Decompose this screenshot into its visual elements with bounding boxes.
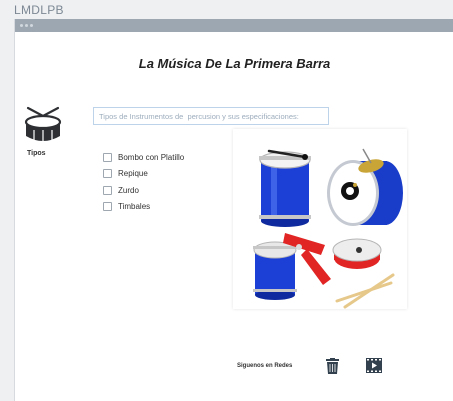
- checkbox-box[interactable]: [103, 152, 112, 162]
- checkbox-label: Zurdo: [118, 185, 139, 195]
- social-label: Siguenos en Redes: [237, 363, 293, 369]
- tipos-label: Tipos: [27, 150, 46, 157]
- checkbox-label: Repique: [118, 169, 148, 179]
- video-icon[interactable]: [366, 358, 382, 373]
- window-controls[interactable]: [20, 24, 33, 27]
- checkbox-label: Bombo con Platillo: [118, 152, 185, 162]
- checkbox-box[interactable]: [103, 169, 112, 179]
- window-titlebar: [15, 19, 453, 32]
- window-dot[interactable]: [25, 24, 28, 27]
- checkbox-repique[interactable]: Repique: [103, 166, 184, 183]
- checkbox-box[interactable]: [103, 185, 112, 195]
- checkbox-bombo-con-platillo[interactable]: Bombo con Platillo: [103, 149, 184, 166]
- checkbox-box[interactable]: [103, 202, 112, 212]
- drums-photo: [233, 129, 407, 309]
- drums-illustration: [253, 148, 403, 309]
- drum-icon[interactable]: [23, 106, 63, 144]
- instrument-checklist: Bombo con Platillo Repique Zurdo Timbale…: [103, 149, 184, 215]
- window-dot[interactable]: [20, 24, 23, 27]
- page-title: La Música De La Primera Barra: [138, 56, 331, 71]
- checkbox-timbales[interactable]: Timbales: [103, 199, 184, 216]
- search-input[interactable]: [93, 107, 329, 125]
- window-dot[interactable]: [30, 24, 33, 27]
- trash-icon[interactable]: [326, 358, 339, 374]
- app-label: LMDLPB: [14, 3, 64, 17]
- app-window: La Música De La Primera Barra Tipos Bomb…: [14, 19, 453, 401]
- checkbox-zurdo[interactable]: Zurdo: [103, 182, 184, 199]
- checkbox-label: Timbales: [118, 202, 151, 212]
